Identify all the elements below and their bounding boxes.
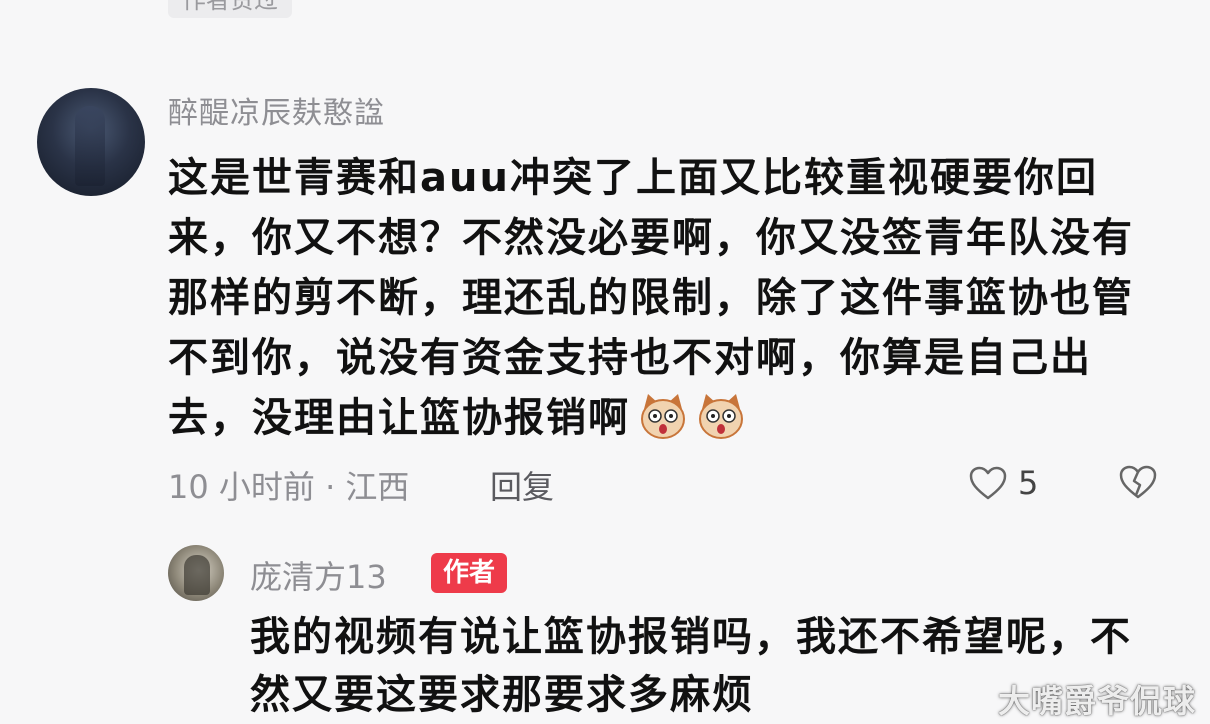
broken-heart-icon[interactable] — [1118, 464, 1158, 500]
reply-button[interactable]: 回复 — [490, 462, 554, 508]
author-badge: 作者 — [431, 553, 508, 593]
commenter-avatar[interactable] — [37, 88, 145, 196]
liked-by-author-badge: 作者赞过 — [168, 0, 292, 18]
watermark: 大嘴爵爷侃球 — [997, 682, 1196, 720]
heart-icon[interactable] — [968, 465, 1008, 501]
shocked-dog-emoji — [699, 394, 743, 439]
like-count: 5 — [1018, 464, 1039, 502]
comment-time-location: 10 小时前 · 江西 — [168, 468, 410, 506]
shocked-dog-emoji — [641, 394, 685, 439]
avatar-figure — [75, 106, 105, 186]
comment-text: 这是世青赛和auu冲突了上面又比较重视硬要你回来，你又不想？不然没必要啊，你又没… — [168, 148, 1158, 448]
commenter-username[interactable]: 醉醍凉辰麸憨諡 — [168, 88, 385, 132]
like-button[interactable]: 5 — [968, 464, 1038, 502]
author-avatar[interactable] — [168, 545, 224, 601]
author-username[interactable]: 庞清方13 — [250, 552, 387, 598]
avatar-figure — [184, 555, 210, 595]
